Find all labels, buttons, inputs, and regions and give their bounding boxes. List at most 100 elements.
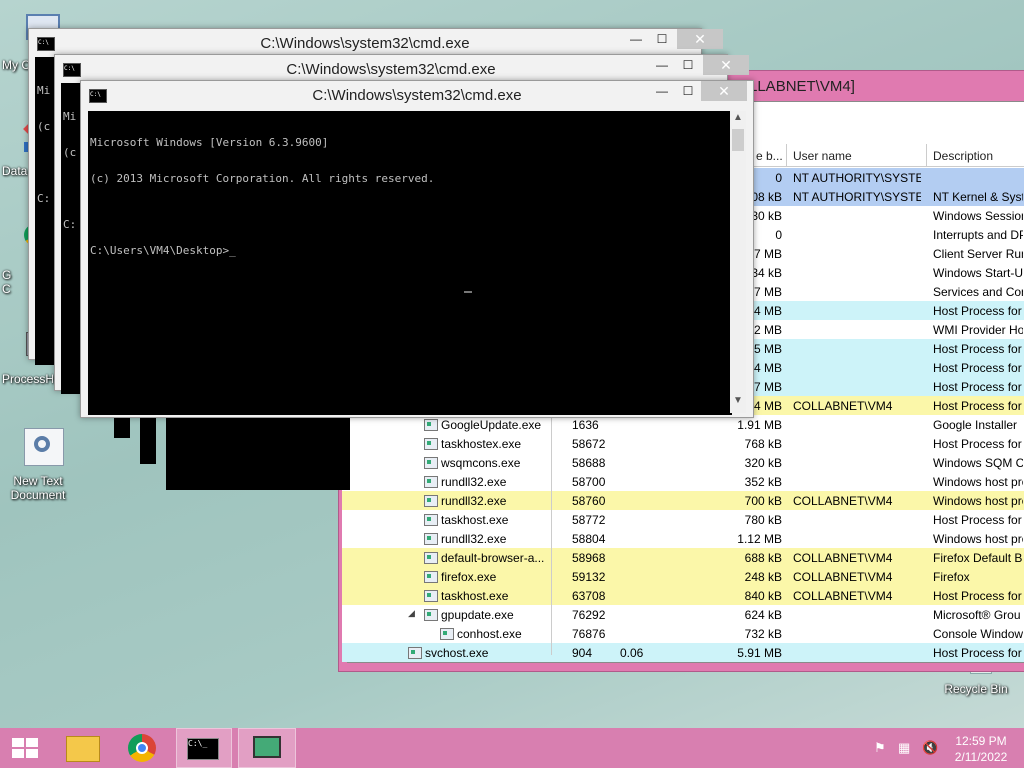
column-divider bbox=[551, 415, 552, 655]
process-row[interactable]: rundll32.exe 58804 1.12 MB Windows host pro bbox=[342, 529, 1024, 548]
process-description: Firefox bbox=[933, 570, 970, 584]
process-name: rundll32.exe bbox=[441, 494, 507, 508]
process-private-bytes: 700 kB bbox=[744, 494, 782, 508]
process-description: Host Process for W bbox=[933, 304, 1023, 318]
taskbar-file-explorer[interactable] bbox=[56, 728, 108, 768]
process-user: COLLABNET\VM4 bbox=[793, 494, 893, 508]
process-row[interactable]: taskhost.exe 63708 840 kB COLLABNET\VM4 Host… bbox=[342, 586, 1024, 605]
loading-cursor bbox=[464, 291, 472, 293]
process-name: taskhost.exe bbox=[441, 513, 509, 527]
process-description: Interrupts and DP bbox=[933, 228, 1023, 242]
process-user: NT AUTHORITY\SYSTEM bbox=[793, 190, 921, 204]
process-row[interactable]: default-browser-a... 58968 688 kB COLLABNET… bbox=[342, 548, 1024, 567]
cmd-window-active[interactable]: C:\ C:\Windows\system32\cmd.exe — ☐ ✕ Mi… bbox=[80, 80, 754, 418]
process-description: Firefox Default Br bbox=[933, 551, 1023, 565]
cmd-icon: C:\_ bbox=[187, 738, 219, 760]
network-icon[interactable]: ▦ bbox=[898, 740, 914, 756]
titlebar[interactable]: C:\ C:\Windows\system32\cmd.exe — ☐ ✕ bbox=[81, 81, 753, 109]
process-description: Host Process for W bbox=[933, 646, 1023, 660]
scroll-down-arrow-icon[interactable]: ▼ bbox=[733, 395, 743, 406]
process-description: Windows host pro bbox=[933, 532, 1023, 546]
process-pid: 58672 bbox=[572, 437, 606, 451]
desktop-icon-label: Recycle Bin bbox=[944, 682, 1008, 696]
process-icon bbox=[440, 628, 454, 640]
process-row[interactable]: taskhost.exe 58772 780 kB Host Process for … bbox=[342, 510, 1024, 529]
titlebar[interactable]: C:\ C:\Windows\system32\cmd.exe — ☐ ✕ bbox=[29, 29, 723, 57]
maximize-button[interactable]: ☐ bbox=[675, 81, 701, 101]
process-pid: 63708 bbox=[572, 589, 606, 603]
desktop-icon-label: My C bbox=[2, 58, 30, 72]
desktop-icon-label: Data bbox=[2, 164, 28, 178]
process-row[interactable]: firefox.exe 59132 248 kB COLLABNET\VM4 Firef… bbox=[342, 567, 1024, 586]
process-icon bbox=[408, 647, 422, 659]
process-row[interactable]: conhost.exe 76876 732 kB Console Window bbox=[342, 624, 1024, 643]
close-button[interactable]: ✕ bbox=[701, 81, 747, 101]
minimize-button[interactable]: — bbox=[649, 55, 675, 75]
process-name: default-browser-a... bbox=[441, 551, 545, 565]
process-private-bytes: 768 kB bbox=[744, 437, 782, 451]
process-description: WMI Provider Ho bbox=[933, 323, 1023, 337]
desktop-icon-new-text-document[interactable]: New Text Document bbox=[6, 428, 70, 502]
start-button[interactable] bbox=[0, 728, 50, 768]
taskbar-cmd[interactable]: C:\_ bbox=[176, 728, 232, 768]
header-divider bbox=[926, 144, 927, 166]
process-row[interactable]: taskhostex.exe 58672 768 kB Host Process fo… bbox=[342, 434, 1024, 453]
window-title: C:\Windows\system32\cmd.exe bbox=[286, 61, 496, 78]
process-user: COLLABNET\VM4 bbox=[793, 551, 893, 565]
process-icon bbox=[424, 419, 438, 431]
process-private-bytes: 840 kB bbox=[744, 589, 782, 603]
process-icon bbox=[424, 571, 438, 583]
minimize-button[interactable]: — bbox=[649, 81, 675, 101]
taskbar: C:\_ ⚑ ▦ 🔇 12:59 PM 2/11/2022 bbox=[0, 728, 1024, 768]
process-description: Windows SQM Co bbox=[933, 456, 1023, 470]
minimize-button[interactable]: — bbox=[623, 29, 649, 49]
process-name: firefox.exe bbox=[441, 570, 497, 584]
process-description: Google Installer bbox=[933, 418, 1018, 432]
maximize-button[interactable]: ☐ bbox=[675, 55, 701, 75]
process-description: Microsoft® Grou bbox=[933, 608, 1021, 622]
process-description: Host Process for W bbox=[933, 361, 1023, 375]
process-icon bbox=[424, 590, 438, 602]
volume-muted-icon[interactable]: 🔇 bbox=[922, 740, 938, 756]
process-description: Services and Con bbox=[933, 285, 1023, 299]
process-description: Console Window bbox=[933, 627, 1023, 641]
process-name: svchost.exe bbox=[425, 646, 489, 660]
windows-logo-icon bbox=[12, 738, 38, 758]
process-description: Host Process for W bbox=[933, 437, 1023, 451]
scroll-up-arrow-icon[interactable]: ▲ bbox=[733, 112, 743, 123]
scroll-thumb[interactable] bbox=[732, 129, 744, 151]
taskbar-chrome[interactable] bbox=[118, 728, 170, 768]
process-hacker-icon bbox=[253, 736, 281, 758]
process-row[interactable]: rundll32.exe 58700 352 kB Windows host pro bbox=[342, 472, 1024, 491]
process-pid: 76876 bbox=[572, 627, 606, 641]
process-row[interactable]: ◢ gpupdate.exe 76292 624 kB Microsoft® Grou bbox=[342, 605, 1024, 624]
process-row[interactable]: svchost.exe 904 0.06 5.91 MB Host Process fo… bbox=[342, 643, 1024, 662]
titlebar[interactable]: C:\ C:\Windows\system32\cmd.exe — ☐ ✕ bbox=[55, 55, 749, 83]
process-icon bbox=[424, 438, 438, 450]
process-icon bbox=[424, 533, 438, 545]
taskbar-process-hacker[interactable] bbox=[238, 728, 296, 768]
console-output[interactable]: Microsoft Windows [Version 6.3.9600] (c)… bbox=[88, 111, 732, 415]
process-row[interactable]: rundll32.exe 58760 700 kB COLLABNET\VM4 Wind… bbox=[342, 491, 1024, 510]
process-pid: 58700 bbox=[572, 475, 606, 489]
close-button[interactable]: ✕ bbox=[703, 55, 749, 75]
ghost-frame bbox=[114, 416, 130, 438]
process-private-bytes: 732 kB bbox=[744, 627, 782, 641]
vertical-scrollbar[interactable]: ▲ ▼ bbox=[730, 111, 746, 413]
clock[interactable]: 12:59 PM 2/11/2022 bbox=[948, 733, 1014, 765]
window-title: C:\Windows\system32\cmd.exe bbox=[260, 35, 470, 52]
process-pid: 58804 bbox=[572, 532, 606, 546]
maximize-button[interactable]: ☐ bbox=[649, 29, 675, 49]
action-center-flag-icon[interactable]: ⚑ bbox=[874, 740, 890, 756]
close-button[interactable]: ✕ bbox=[677, 29, 723, 49]
process-user: COLLABNET\VM4 bbox=[793, 570, 893, 584]
desktop-icon-label: G C bbox=[2, 268, 12, 296]
process-name: wsqmcons.exe bbox=[441, 456, 521, 470]
process-private-bytes: 320 kB bbox=[744, 456, 782, 470]
expand-arrow-icon[interactable]: ◢ bbox=[408, 608, 415, 619]
process-name: rundll32.exe bbox=[441, 475, 507, 489]
process-private-bytes: 1.91 MB bbox=[737, 418, 782, 432]
process-private-bytes: 780 kB bbox=[744, 513, 782, 527]
process-row[interactable]: wsqmcons.exe 58688 320 kB Windows SQM Co bbox=[342, 453, 1024, 472]
process-name: taskhost.exe bbox=[441, 589, 509, 603]
